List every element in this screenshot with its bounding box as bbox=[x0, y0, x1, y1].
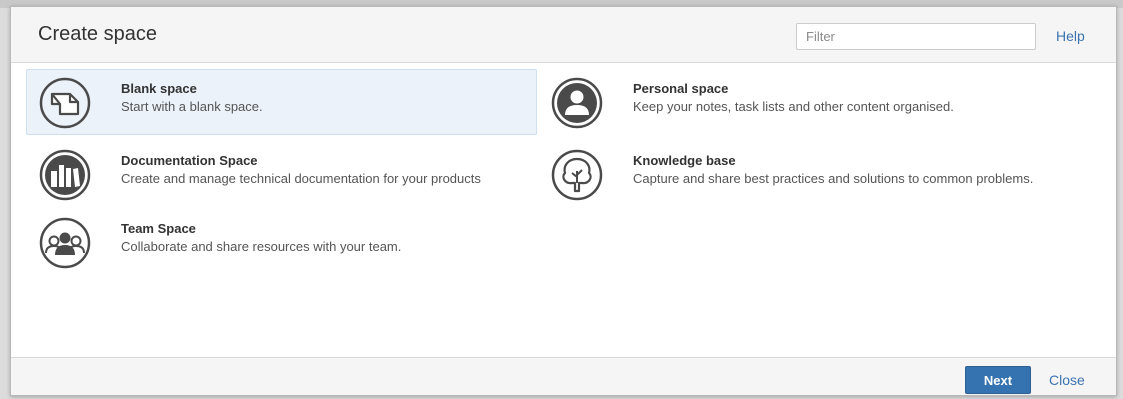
blueprint-title: Documentation Space bbox=[121, 153, 258, 168]
blank-page-icon bbox=[39, 77, 91, 129]
blueprint-team-space[interactable]: Team Space Collaborate and share resourc… bbox=[26, 209, 537, 275]
close-link[interactable]: Close bbox=[1049, 372, 1085, 388]
blueprint-description: Create and manage technical documentatio… bbox=[121, 171, 481, 186]
blueprint-description: Keep your notes, task lists and other co… bbox=[633, 99, 954, 114]
blueprint-description: Collaborate and share resources with you… bbox=[121, 239, 402, 254]
team-icon bbox=[39, 217, 91, 269]
filter-input[interactable] bbox=[796, 23, 1036, 50]
blueprint-documentation-space[interactable]: Documentation Space Create and manage te… bbox=[26, 141, 537, 207]
blueprint-personal-space[interactable]: Personal space Keep your notes, task lis… bbox=[538, 69, 1049, 135]
blueprint-description: Start with a blank space. bbox=[121, 99, 263, 114]
dialog-header: Create space Help bbox=[11, 7, 1116, 63]
blueprint-list: Blank space Start with a blank space. Pe… bbox=[11, 63, 1116, 358]
blueprint-knowledge-base[interactable]: Knowledge base Capture and share best pr… bbox=[538, 141, 1049, 207]
person-icon bbox=[551, 77, 603, 129]
dialog-title: Create space bbox=[38, 23, 157, 45]
blueprint-description: Capture and share best practices and sol… bbox=[633, 171, 1034, 186]
blueprint-title: Team Space bbox=[121, 221, 196, 236]
blueprint-blank-space[interactable]: Blank space Start with a blank space. bbox=[26, 69, 537, 135]
tree-icon bbox=[551, 149, 603, 201]
blueprint-title: Personal space bbox=[633, 81, 729, 96]
dialog-footer: Next Close bbox=[11, 357, 1116, 395]
blueprint-title: Knowledge base bbox=[633, 153, 736, 168]
create-space-dialog: Create space Help Blank space Start with… bbox=[10, 6, 1117, 396]
help-link[interactable]: Help bbox=[1056, 28, 1085, 44]
next-button[interactable]: Next bbox=[965, 366, 1031, 394]
blueprint-title: Blank space bbox=[121, 81, 197, 96]
books-icon bbox=[39, 149, 91, 201]
